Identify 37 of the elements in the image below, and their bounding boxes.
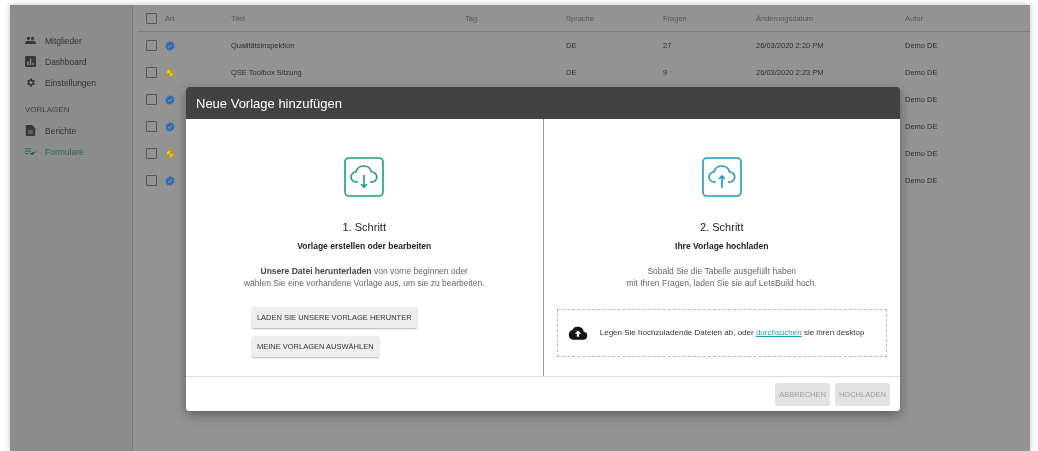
- step-subtitle: Ihre Vorlage hochladen: [675, 241, 769, 251]
- dialog-title: Neue Vorlage hinzufügen: [196, 95, 342, 111]
- checklist-icon: [25, 146, 36, 157]
- cloud-upload-icon: [701, 157, 742, 197]
- cloud-download-icon: [344, 157, 385, 197]
- bar-chart-icon: [25, 56, 36, 67]
- sidebar-item[interactable]: Mitglieder: [10, 30, 132, 51]
- sidebar-item[interactable]: Formulare: [10, 141, 132, 162]
- step-subtitle: Vorlage erstellen oder bearbeiten: [297, 241, 432, 251]
- shield-icon: [165, 148, 175, 159]
- checkbox[interactable]: [146, 148, 157, 159]
- sidebar-item[interactable]: Berichte: [10, 120, 132, 141]
- verified-badge-icon: [165, 175, 175, 186]
- shield-icon: [165, 67, 175, 78]
- checkbox[interactable]: [146, 40, 157, 51]
- step-description: Unsere Datei herunterladen von vorne beginnen oder wählen Sie eine vorhandene Vorlage aus, um sie zu bearbeiten.: [244, 265, 485, 290]
- verified-badge-icon: [165, 121, 175, 132]
- checkbox[interactable]: [146, 175, 157, 186]
- verified-badge-icon: [165, 40, 175, 51]
- step-heading: 1. Schritt: [342, 221, 386, 233]
- sidebar-item[interactable]: Dashboard: [10, 51, 132, 72]
- checkbox[interactable]: [146, 12, 157, 24]
- settings-icon: [25, 77, 36, 88]
- verified-badge-icon: [165, 94, 175, 105]
- section-title: VORLAGEN: [24, 104, 71, 116]
- cloud-upload-icon: [567, 325, 588, 340]
- step-description: Sobald Sie die Tabelle ausgefüllt haben mit Ihren Fragen, laden Sie sie auf LetsBuild hoch.: [626, 265, 817, 290]
- drop-instructions: Legen Sie hochzuladende Dateien ab, oder durchsuchen sie ihren desktop: [599, 327, 865, 339]
- step-heading: 2. Schritt: [700, 221, 744, 233]
- checkbox[interactable]: [146, 67, 157, 78]
- people-icon: [25, 35, 36, 46]
- browse-link[interactable]: durchsuchen: [755, 328, 802, 338]
- checkbox[interactable]: [146, 121, 157, 132]
- sidebar-item[interactable]: Einstellungen: [10, 72, 132, 93]
- checkbox[interactable]: [146, 94, 157, 105]
- document-icon: [25, 125, 36, 136]
- drop-zone[interactable]: Legen Sie hochzuladende Dateien ab, oder durchsuchen sie ihren desktop: [556, 308, 887, 357]
